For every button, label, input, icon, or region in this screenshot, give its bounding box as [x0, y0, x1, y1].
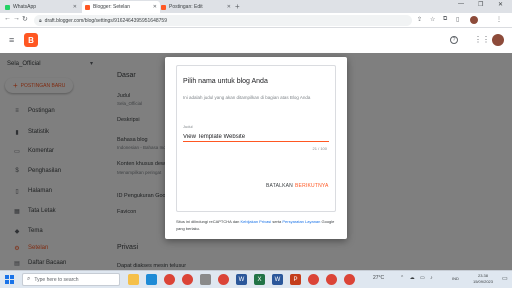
weather-widget[interactable]: 27°C: [373, 275, 384, 281]
apps-grid-icon[interactable]: ⋮⋮: [474, 35, 490, 44]
blogger-logo[interactable]: B: [24, 33, 38, 47]
close-icon[interactable]: ✕: [227, 4, 231, 10]
word-icon[interactable]: W: [236, 274, 247, 285]
excel-icon[interactable]: X: [254, 274, 265, 285]
tab-label: WhatsApp: [13, 4, 37, 10]
title-field-label: Judul: [183, 124, 193, 129]
chrome-icon[interactable]: [182, 274, 193, 285]
minimize-icon[interactable]: —: [458, 1, 464, 7]
blog-title-input[interactable]: [183, 132, 329, 142]
clock[interactable]: 23.38 15/09/2023: [468, 273, 498, 285]
tab-post-edit[interactable]: Postingan: Edit ✕: [158, 1, 234, 13]
cancel-button[interactable]: BATALKAN: [266, 183, 293, 189]
taskbar: ⌕ Type here to search W X W P 27°C ⌃ ☁ ▭…: [0, 270, 512, 288]
dialog-title: Pilih nama untuk blog Anda: [183, 78, 268, 85]
back-icon[interactable]: ←: [4, 15, 11, 22]
chrome-icon[interactable]: [218, 274, 229, 285]
recaptcha-notice: Situs ini dilindungi reCAPTCHA dan Kebij…: [176, 218, 341, 232]
hamburger-icon[interactable]: ≡: [9, 35, 14, 45]
word-icon[interactable]: W: [272, 274, 283, 285]
folder-icon[interactable]: [128, 274, 139, 285]
tab-label: Postingan: Edit: [169, 4, 203, 10]
chrome-icon[interactable]: [164, 274, 175, 285]
share-icon[interactable]: ⇪: [417, 16, 422, 23]
restore-icon[interactable]: ❐: [478, 1, 483, 8]
avatar[interactable]: [492, 34, 504, 46]
url-text: draft.blogger.com/blog/settings/91624643…: [44, 17, 167, 24]
chrome-icon[interactable]: [308, 274, 319, 285]
logo-letter: B: [28, 35, 34, 45]
reload-icon[interactable]: ↻: [22, 15, 28, 23]
notification-icon[interactable]: ▭: [502, 275, 508, 282]
browser-toolbar: ← → ↻ 🔒︎ draft.blogger.com/blog/settings…: [0, 13, 512, 28]
terms-link[interactable]: Persyaratan Layanan: [282, 219, 320, 224]
browser-tab-strip: WhatsApp ✕ Blogger: Setelan ✕ Postingan:…: [0, 0, 512, 13]
next-button[interactable]: BERIKUTNYA: [295, 183, 329, 189]
privacy-policy-link[interactable]: Kebijakan Privasi: [241, 219, 272, 224]
blogger-icon: [161, 4, 166, 10]
blog-title-dialog: Pilih nama untuk blog Anda Ini adalah ju…: [165, 57, 347, 239]
menu-icon[interactable]: ⋮: [496, 16, 502, 23]
tab-label: Blogger: Setelan: [93, 4, 130, 10]
profile-avatar[interactable]: [470, 16, 478, 24]
search-placeholder: Type here to search: [34, 276, 79, 283]
app-icon[interactable]: [200, 274, 211, 285]
forward-icon[interactable]: →: [13, 15, 20, 22]
blogger-header: ≡ B ? ⋮⋮: [0, 29, 512, 53]
whatsapp-icon: [5, 4, 10, 10]
tab-blogger-settings[interactable]: Blogger: Setelan ✕: [82, 1, 160, 13]
system-tray[interactable]: ⌃ ☁ ▭ ♪: [400, 275, 435, 281]
powerpoint-icon[interactable]: P: [290, 274, 301, 285]
new-tab-icon[interactable]: +: [235, 2, 240, 11]
windows-start-icon[interactable]: [5, 275, 14, 284]
address-bar[interactable]: 🔒︎ draft.blogger.com/blog/settings/91624…: [34, 15, 412, 26]
search-icon: ⌕: [27, 276, 31, 282]
bookmark-icon[interactable]: ☆: [430, 16, 435, 23]
close-icon[interactable]: ✕: [153, 4, 157, 10]
clock-date: 15/09/2023: [472, 279, 494, 284]
help-icon[interactable]: ?: [450, 36, 458, 44]
chrome-icon[interactable]: [344, 274, 355, 285]
taskbar-search[interactable]: ⌕ Type here to search: [22, 273, 120, 286]
sidepanel-icon[interactable]: ▯: [456, 16, 459, 23]
close-icon[interactable]: ✕: [73, 4, 77, 10]
char-counter: 21 / 100: [312, 146, 327, 151]
blogger-icon: [85, 4, 90, 10]
chrome-icon[interactable]: [326, 274, 337, 285]
dialog-card: Pilih nama untuk blog Anda Ini adalah ju…: [176, 65, 336, 212]
extensions-icon[interactable]: ⧉: [443, 16, 447, 23]
dialog-description: Ini adalah judul yang akan ditampilkan d…: [183, 95, 311, 100]
tab-whatsapp[interactable]: WhatsApp ✕: [2, 1, 80, 13]
footer-text: Situs ini dilindungi reCAPTCHA dan: [176, 219, 240, 224]
lock-icon: 🔒︎: [39, 17, 42, 24]
language-indicator[interactable]: IND: [452, 276, 459, 281]
footer-text: serta: [272, 219, 282, 224]
window-close-icon[interactable]: ✕: [498, 1, 503, 8]
edge-icon[interactable]: [146, 274, 157, 285]
